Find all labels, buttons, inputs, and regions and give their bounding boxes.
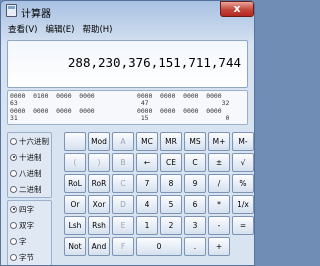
key-r1-4[interactable]: MR bbox=[160, 132, 182, 151]
radio-dot-icon bbox=[10, 137, 17, 145]
key-r2-0[interactable]: ( bbox=[64, 153, 86, 172]
number-base-group: 十六进制十进制八进制二进制 bbox=[7, 132, 52, 198]
key-r6-0[interactable]: Not bbox=[64, 237, 86, 256]
key-r3-0[interactable]: RoL bbox=[64, 174, 86, 193]
calculator-icon bbox=[6, 4, 17, 17]
radio-dot-icon bbox=[10, 185, 17, 193]
key-r5-6[interactable]: - bbox=[208, 216, 230, 235]
key-r6-4[interactable]: . bbox=[184, 237, 206, 256]
word-radio-label: 四字 bbox=[19, 204, 34, 214]
display-value: 288,230,376,151,711,744 bbox=[67, 55, 241, 70]
key-r1-0[interactable] bbox=[64, 132, 86, 151]
base-radio-label: 二进制 bbox=[19, 184, 42, 194]
key-r1-3[interactable]: MC bbox=[136, 132, 158, 151]
key-r3-3[interactable]: 7 bbox=[136, 174, 158, 193]
radio-dot-icon bbox=[10, 253, 17, 261]
key-r5-1[interactable]: Rsh bbox=[88, 216, 110, 235]
key-r4-3[interactable]: 4 bbox=[136, 195, 158, 214]
key-r5-2[interactable]: E bbox=[112, 216, 134, 235]
key-r3-1[interactable]: RoR bbox=[88, 174, 110, 193]
key-r5-7[interactable]: = bbox=[232, 216, 254, 235]
key-r2-7[interactable]: √ bbox=[232, 153, 254, 172]
word-radio-0[interactable]: 四字 bbox=[8, 201, 51, 217]
bit-index-high: 63 47 32 bbox=[10, 99, 230, 107]
base-radio-1[interactable]: 十进制 bbox=[8, 149, 51, 165]
word-radio-label: 双字 bbox=[19, 220, 34, 230]
bit-display: 0000 0100 0000 0000 0000 0000 0000 0000 … bbox=[7, 90, 248, 125]
key-r2-6[interactable]: ± bbox=[208, 153, 230, 172]
key-r4-4[interactable]: 5 bbox=[160, 195, 182, 214]
base-radio-label: 八进制 bbox=[19, 168, 42, 178]
key-r4-2[interactable]: D bbox=[112, 195, 134, 214]
word-size-group: 四字 双字字字节 bbox=[7, 200, 52, 265]
key-r3-7[interactable]: % bbox=[232, 174, 254, 193]
word-radio-label: 字节 bbox=[19, 252, 34, 262]
key-r4-6[interactable]: * bbox=[208, 195, 230, 214]
radio-dot-icon bbox=[10, 221, 17, 229]
menu-view[interactable]: 查看(V) bbox=[4, 23, 41, 37]
base-radio-2[interactable]: 八进制 bbox=[8, 165, 51, 181]
key-r3-5[interactable]: 9 bbox=[184, 174, 206, 193]
result-display: 288,230,376,151,711,744 bbox=[7, 40, 248, 88]
key-r3-2[interactable]: C bbox=[112, 174, 134, 193]
word-radio-3[interactable]: 字节 bbox=[8, 249, 51, 265]
radio-dot-icon bbox=[10, 153, 17, 161]
key-r1-1[interactable]: Mod bbox=[88, 132, 110, 151]
radio-dot-icon bbox=[10, 237, 17, 245]
base-radio-3[interactable]: 二进制 bbox=[8, 181, 51, 197]
window-title: 计算器 bbox=[21, 9, 51, 20]
key-r6-5[interactable]: + bbox=[208, 237, 230, 256]
bit-index-low: 31 15 0 bbox=[10, 114, 230, 122]
base-radio-label: 十六进制 bbox=[19, 136, 49, 146]
close-button[interactable]: x bbox=[220, 1, 254, 17]
menu-bar: 查看(V) 编辑(E) 帮助(H) bbox=[4, 23, 117, 37]
key-r4-7[interactable]: 1/x bbox=[232, 195, 254, 214]
key-r2-1[interactable]: ) bbox=[88, 153, 110, 172]
menu-edit[interactable]: 编辑(E) bbox=[41, 23, 78, 37]
key-r4-1[interactable]: Xor bbox=[88, 195, 110, 214]
key-r4-5[interactable]: 6 bbox=[184, 195, 206, 214]
key-r1-7[interactable]: M- bbox=[232, 132, 254, 151]
key-r5-0[interactable]: Lsh bbox=[64, 216, 86, 235]
title-bar[interactable]: 计算器 x bbox=[1, 1, 254, 21]
key-r4-0[interactable]: Or bbox=[64, 195, 86, 214]
key-r5-4[interactable]: 2 bbox=[160, 216, 182, 235]
key-r2-5[interactable]: C bbox=[184, 153, 206, 172]
key-r2-2[interactable]: B bbox=[112, 153, 134, 172]
key-r5-3[interactable]: 1 bbox=[136, 216, 158, 235]
key-r1-5[interactable]: MS bbox=[184, 132, 206, 151]
key-r5-5[interactable]: 3 bbox=[184, 216, 206, 235]
base-radio-label: 十进制 bbox=[19, 152, 42, 162]
word-radio-label: 字 bbox=[19, 236, 27, 246]
key-r6-3[interactable]: 0 bbox=[136, 237, 182, 256]
key-r1-2[interactable]: A bbox=[112, 132, 134, 151]
word-radio-2[interactable]: 字 bbox=[8, 233, 51, 249]
key-r3-6[interactable]: / bbox=[208, 174, 230, 193]
calculator-window: 计算器 x 查看(V) 编辑(E) 帮助(H) 288,230,376,151,… bbox=[0, 0, 255, 266]
key-r1-6[interactable]: M+ bbox=[208, 132, 230, 151]
menu-help[interactable]: 帮助(H) bbox=[78, 23, 116, 37]
key-r2-4[interactable]: CE bbox=[160, 153, 182, 172]
radio-dot-icon bbox=[10, 205, 17, 213]
key-r6-2[interactable]: F bbox=[112, 237, 134, 256]
key-r6-1[interactable]: And bbox=[88, 237, 110, 256]
key-r3-4[interactable]: 8 bbox=[160, 174, 182, 193]
base-radio-0[interactable]: 十六进制 bbox=[8, 133, 51, 149]
radio-dot-icon bbox=[10, 169, 17, 177]
key-r2-3[interactable]: ← bbox=[136, 153, 158, 172]
word-radio-1[interactable]: 双字 bbox=[8, 217, 51, 233]
